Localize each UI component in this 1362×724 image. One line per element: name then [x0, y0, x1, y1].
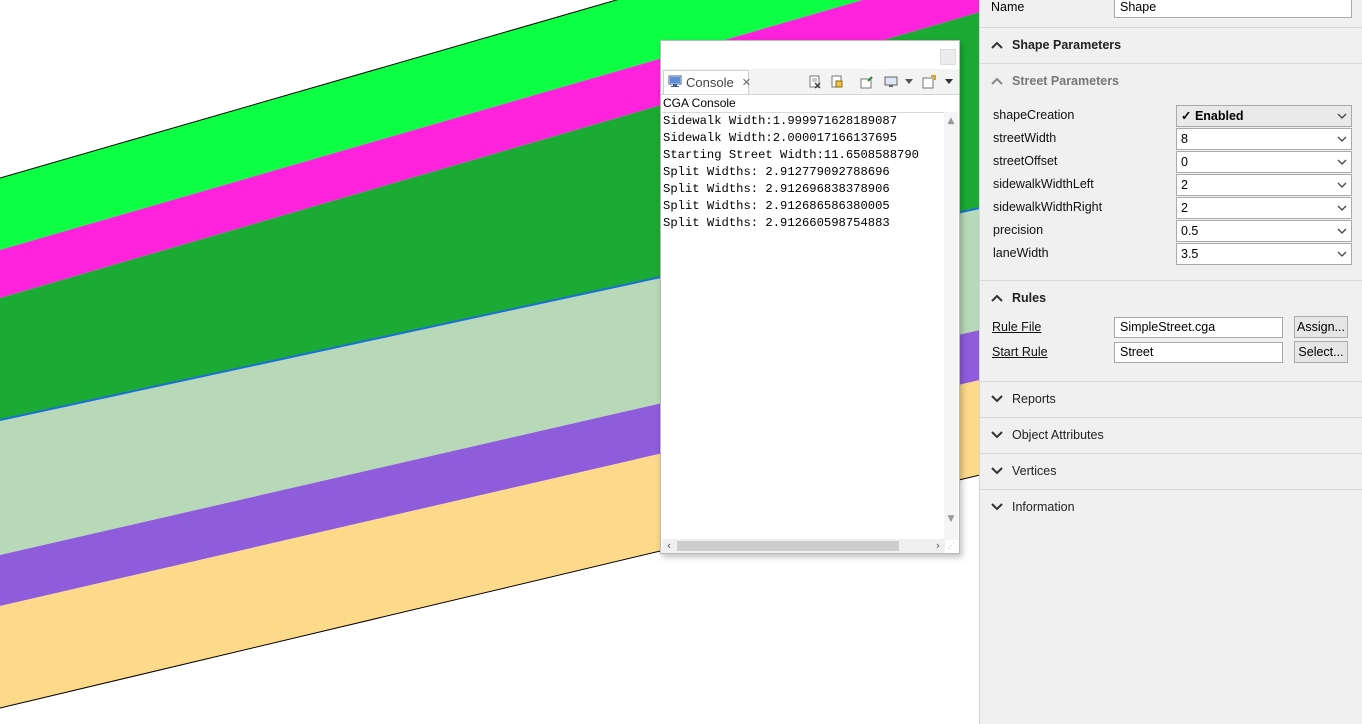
console-subtitle: CGA Console — [663, 96, 736, 110]
console-line: Sidewalk Width:1.999971628189087 — [663, 114, 898, 128]
section-object-attributes[interactable]: Object Attributes — [980, 417, 1362, 453]
param-value: 0 — [1181, 155, 1188, 169]
scroll-left-icon[interactable]: ‹ — [662, 539, 676, 553]
chevron-down-icon — [1337, 221, 1347, 241]
section-title: Shape Parameters — [1012, 38, 1122, 52]
name-field[interactable]: Shape — [1114, 0, 1352, 18]
console-line: Split Widths: 2.912779092788696 — [663, 165, 890, 179]
rule-file-link[interactable]: Rule File — [992, 320, 1041, 334]
console-titlebar[interactable] — [661, 41, 959, 69]
chevron-up-icon — [991, 294, 1003, 302]
param-label-precision: precision — [993, 223, 1044, 237]
param-value: 0.5 — [1181, 224, 1199, 238]
param-select-sidewalkWidthRight[interactable]: 2 — [1176, 197, 1352, 219]
section-street-parameters[interactable]: Street Parameters — [980, 63, 1362, 99]
chevron-up-icon — [991, 77, 1003, 85]
section-information[interactable]: Information — [980, 489, 1362, 525]
param-select-streetOffset[interactable]: 0 — [1176, 151, 1352, 173]
section-rules[interactable]: Rules — [980, 280, 1362, 316]
param-label-streetOffset: streetOffset — [993, 154, 1058, 168]
console-line: Sidewalk Width:2.000017166137695 — [663, 131, 898, 145]
inspector-panel: Name Shape Shape Parameters Street Param… — [979, 0, 1362, 724]
section-title: Street Parameters — [1012, 74, 1120, 88]
vertical-scrollbar[interactable]: ▲ ▼ — [944, 112, 958, 540]
param-value: 2 — [1181, 178, 1188, 192]
start-rule-link[interactable]: Start Rule — [992, 345, 1048, 359]
chevron-down-icon — [991, 467, 1003, 475]
monitor-icon — [668, 75, 682, 91]
chevron-down-icon — [1337, 198, 1347, 218]
display-console-icon[interactable] — [883, 74, 899, 90]
console-window[interactable]: Console ✕ CGA Console Sidewalk Width:1.9… — [660, 40, 960, 554]
horizontal-scrollbar[interactable]: ‹ › — [662, 539, 945, 553]
param-label-sidewalkWidthRight: sidewalkWidthRight — [993, 200, 1103, 214]
chevron-down-icon — [991, 395, 1003, 403]
section-title: Object Attributes — [1012, 428, 1104, 442]
tab-console[interactable]: Console ✕ — [663, 70, 751, 94]
chevron-up-icon — [991, 41, 1003, 49]
tab-close-icon[interactable]: ✕ — [742, 76, 751, 89]
clear-console-icon[interactable] — [807, 74, 823, 90]
console-tabbar: Console ✕ — [661, 69, 959, 95]
param-select-precision[interactable]: 0.5 — [1176, 220, 1352, 242]
console-output[interactable]: Sidewalk Width:1.999971628189087 Sidewalk… — [662, 112, 945, 541]
chevron-down-icon — [1337, 106, 1347, 126]
section-title: Reports — [1012, 392, 1056, 406]
scroll-lock-icon[interactable] — [829, 74, 845, 90]
console-line: Starting Street Width:11.6508588790 — [663, 148, 919, 162]
section-title: Information — [1012, 500, 1075, 514]
param-label-laneWidth: laneWidth — [993, 246, 1049, 260]
rule-file-field[interactable]: SimpleStreet.cga — [1114, 317, 1283, 338]
param-label-sidewalkWidthLeft: sidewalkWidthLeft — [993, 177, 1094, 191]
start-rule-field[interactable]: Street — [1114, 342, 1283, 363]
param-select-streetWidth[interactable]: 8 — [1176, 128, 1352, 150]
scroll-down-icon[interactable]: ▼ — [944, 512, 958, 526]
pin-console-icon[interactable] — [859, 74, 875, 90]
param-select-laneWidth[interactable]: 3.5 — [1176, 243, 1352, 265]
chevron-down-icon[interactable] — [941, 74, 957, 90]
chevron-down-icon — [1337, 175, 1347, 195]
param-label-shapeCreation: shapeCreation — [993, 108, 1075, 122]
param-select-shapeCreation[interactable]: ✓ Enabled — [1176, 105, 1352, 127]
chevron-down-icon — [1337, 244, 1347, 264]
console-line: Split Widths: 2.912686586380005 — [663, 199, 890, 213]
chevron-down-icon[interactable] — [901, 74, 917, 90]
section-vertices[interactable]: Vertices — [980, 453, 1362, 489]
console-tab-label: Console — [686, 75, 734, 90]
param-select-sidewalkWidthLeft[interactable]: 2 — [1176, 174, 1352, 196]
window-close-icon[interactable] — [940, 49, 956, 65]
console-line: Split Widths: 2.912660598754883 — [663, 216, 890, 230]
section-title: Rules — [1012, 291, 1047, 305]
console-line: Split Widths: 2.912696838378906 — [663, 182, 890, 196]
chevron-down-icon — [1337, 152, 1347, 172]
scroll-right-icon[interactable]: › — [931, 539, 945, 553]
section-shape-parameters[interactable]: Shape Parameters — [980, 27, 1362, 63]
select-button[interactable]: Select... — [1294, 341, 1348, 363]
open-console-icon[interactable] — [921, 74, 937, 90]
section-title: Vertices — [1012, 464, 1057, 478]
name-label: Name — [991, 0, 1025, 14]
resize-grip-icon[interactable]: ⋰ — [947, 541, 957, 551]
scrollbar-thumb[interactable] — [677, 541, 899, 551]
param-label-streetWidth: streetWidth — [993, 131, 1057, 145]
chevron-down-icon — [1337, 129, 1347, 149]
param-value: 3.5 — [1181, 247, 1199, 261]
chevron-down-icon — [991, 503, 1003, 511]
param-value: 2 — [1181, 201, 1188, 215]
scroll-up-icon[interactable]: ▲ — [944, 114, 958, 128]
section-reports[interactable]: Reports — [980, 381, 1362, 417]
assign-button[interactable]: Assign... — [1294, 316, 1348, 338]
chevron-down-icon — [991, 431, 1003, 439]
param-value: 8 — [1181, 132, 1188, 146]
param-value: ✓ Enabled — [1181, 109, 1244, 123]
